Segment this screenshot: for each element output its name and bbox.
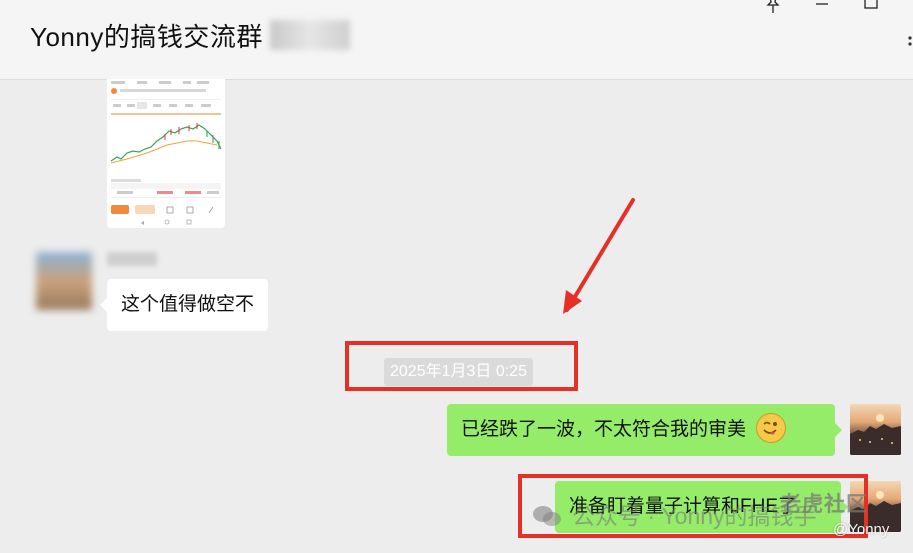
- wink-tongue-emoji-icon: [756, 412, 787, 443]
- watermark: 公众号 · Yonny的搞钱手: [532, 497, 817, 531]
- message-text: 已经跌了一波，不太符合我的审美: [461, 419, 747, 440]
- highlight-box-timestamp: [345, 341, 578, 391]
- self-avatar[interactable]: [850, 404, 901, 455]
- message-bubble-sent[interactable]: 已经跌了一波，不太符合我的审美: [447, 404, 842, 456]
- author-handle: @Yonny: [833, 521, 890, 538]
- red-arrow-annotation: [563, 198, 635, 314]
- wechat-icon: [532, 504, 562, 528]
- tiger-community-logo: 老虎社区: [780, 493, 868, 516]
